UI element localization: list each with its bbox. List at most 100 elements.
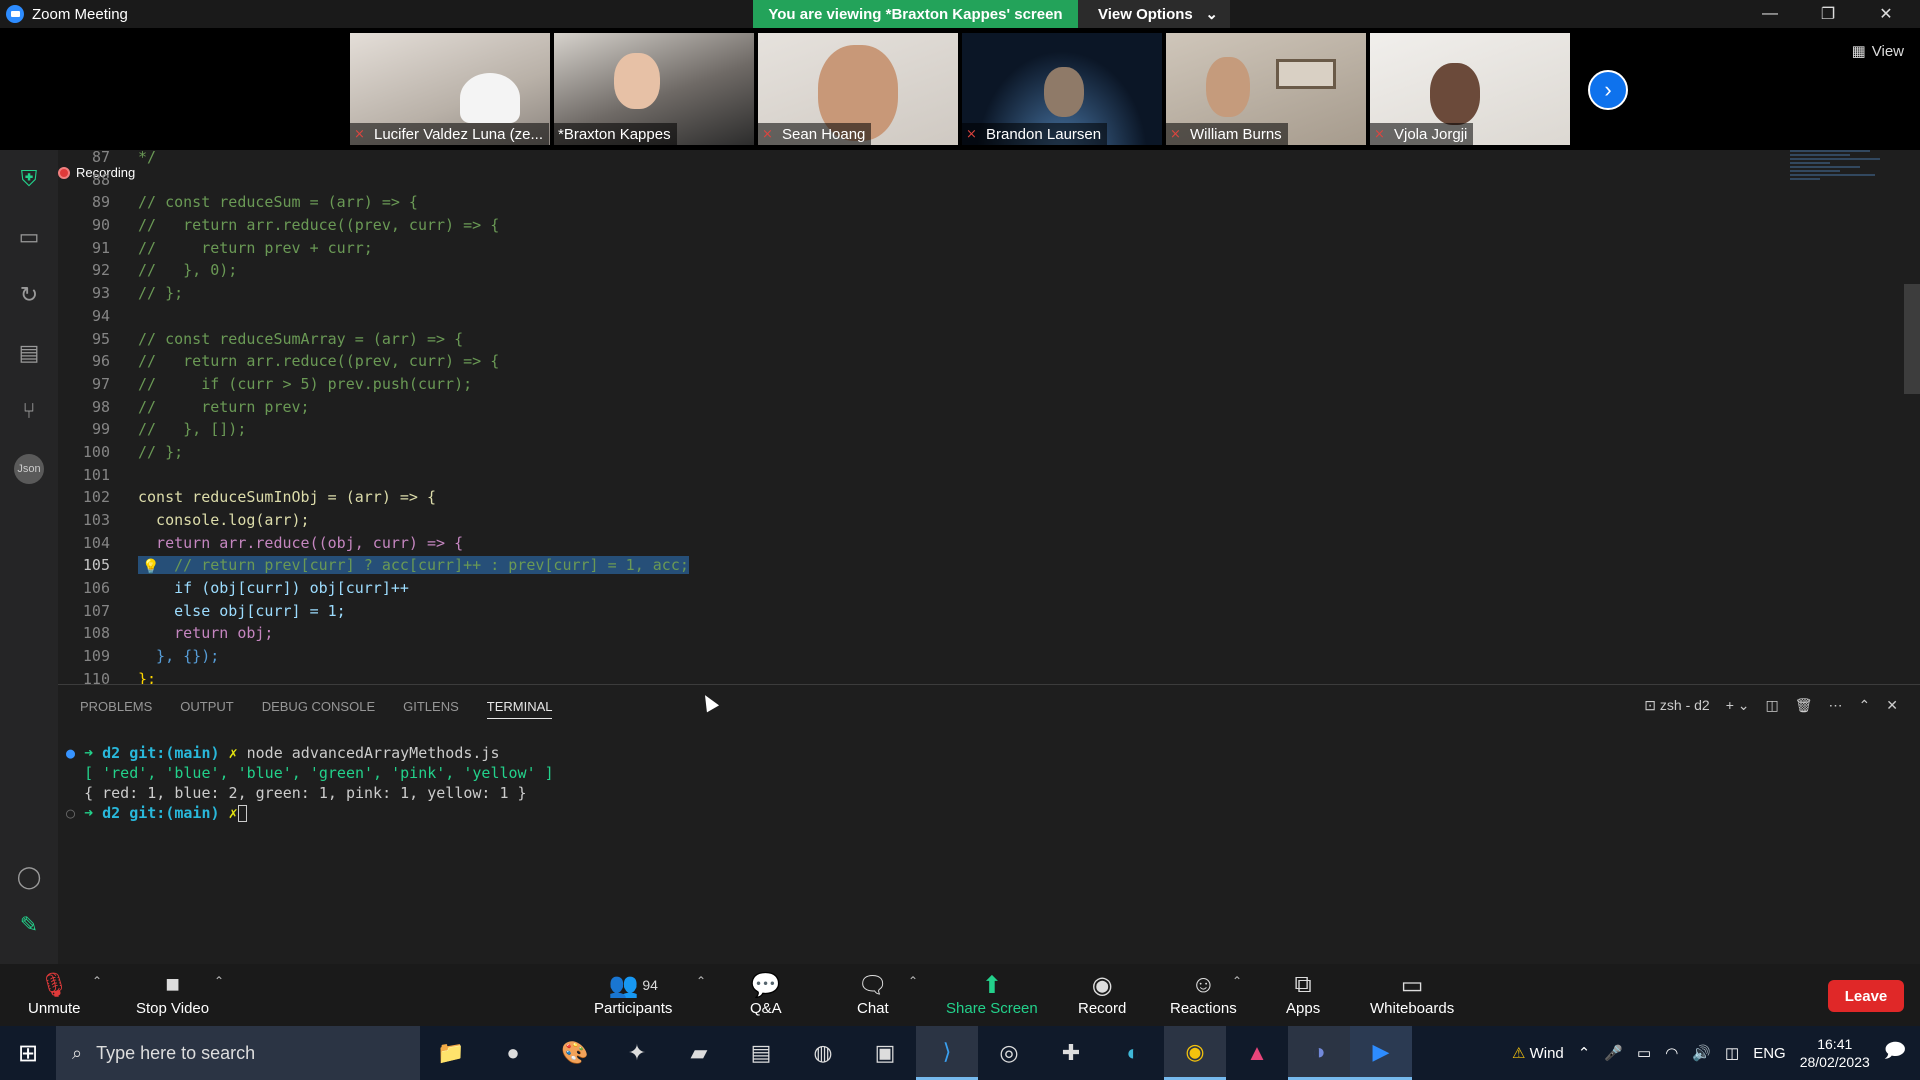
code-line: 92// }, 0); (91, 261, 238, 280)
tab-debug-console[interactable]: DEBUG CONSOLE (262, 699, 375, 719)
meet-now-icon[interactable]: ◫ (1725, 1044, 1739, 1062)
whiteboards-button[interactable]: ▭ Whiteboards (1370, 970, 1454, 1018)
code-line-current: 105 💡 // return prev[curr] ? acc[curr]++ … (58, 554, 1758, 577)
view-button[interactable]: ▦ View (1852, 42, 1904, 61)
code-line: 98// return prev; (91, 397, 310, 416)
battery-icon[interactable]: ▭ (1637, 1044, 1651, 1062)
lightbulb-icon[interactable]: 💡 (142, 556, 159, 579)
volume-icon[interactable]: 🔊 (1692, 1044, 1711, 1062)
clock-time: 16:41 (1817, 1036, 1853, 1052)
vscode-icon[interactable]: ⟩ (916, 1026, 978, 1080)
audio-options-chevron-icon[interactable]: ⌃ (92, 974, 102, 988)
account-icon[interactable]: ◯ (14, 862, 44, 892)
chat-options-chevron-icon[interactable]: ⌃ (908, 974, 918, 988)
notifications-icon[interactable]: 🗩 (1884, 1036, 1906, 1070)
editor-scrollbar[interactable] (1904, 284, 1920, 394)
participants-button[interactable]: 👥 94 Participants (594, 970, 672, 1018)
video-tile[interactable]: ⨯ Lucifer Valdez Luna (ze... (350, 33, 550, 145)
video-tile[interactable]: ⨯ William Burns (1166, 33, 1366, 145)
tab-problems[interactable]: PROBLEMS (80, 699, 152, 719)
clock-date: 28/02/2023 (1799, 1054, 1870, 1070)
code-lines[interactable]: 87 */ 88 89// const reduceSum = (arr) => … (58, 146, 1758, 691)
annotate-pen-icon[interactable]: ✎ (14, 910, 44, 940)
viewing-banner: You are viewing *Braxton Kappes' screen (753, 0, 1078, 28)
split-terminal-icon[interactable]: ◫ (1766, 697, 1779, 714)
video-options-chevron-icon[interactable]: ⌃ (214, 974, 224, 988)
taskbar-search[interactable]: ⌕ Type here to search (56, 1026, 420, 1080)
video-tile[interactable]: ⨯ Sean Hoang (758, 33, 958, 145)
stop-video-button[interactable]: ■ Stop Video (136, 970, 209, 1017)
chat-button[interactable]: 🗨 Chat (857, 970, 889, 1018)
more-actions-icon[interactable]: ⋯ (1829, 697, 1843, 714)
participants-options-chevron-icon[interactable]: ⌃ (696, 974, 706, 988)
git-graph-icon[interactable]: ⑂ (14, 396, 44, 426)
chrome-icon[interactable]: ◉ (1164, 1026, 1226, 1080)
obs-icon[interactable]: ◎ (978, 1026, 1040, 1080)
close-button[interactable]: ✕ (1858, 0, 1914, 28)
file-explorer-icon[interactable]: 📁 (420, 1026, 482, 1080)
qa-button[interactable]: 💬 Q&A (750, 970, 782, 1018)
microphone-icon[interactable]: 🎤 (1604, 1044, 1623, 1062)
terminal-icon[interactable]: ▣ (854, 1026, 916, 1080)
terminal-cursor (237, 805, 247, 822)
zoom-app-icon[interactable]: ▶ (1350, 1026, 1412, 1080)
tab-terminal[interactable]: TERMINAL (486, 699, 553, 719)
next-page-button[interactable]: › (1588, 70, 1628, 110)
weather-widget[interactable]: ⚠ Wind (1512, 1044, 1564, 1062)
bookmarks-icon[interactable]: ▤ (14, 338, 44, 368)
record-button[interactable]: ◉ Record (1078, 970, 1126, 1018)
avatar (1044, 67, 1084, 117)
reactions-options-chevron-icon[interactable]: ⌃ (1232, 974, 1242, 988)
window-title: Zoom Meeting (32, 5, 128, 23)
spotify-icon[interactable]: ◍ (792, 1026, 854, 1080)
code-line: 100// }; (82, 442, 184, 461)
view-options-button[interactable]: View Options ⌄ (1078, 0, 1230, 28)
json-icon[interactable]: Json (14, 454, 44, 484)
terminal-output[interactable]: ● ➜ d2 git:(main) ✗ node advancedArrayMe… (66, 743, 554, 823)
app-icon[interactable]: ▰ (668, 1026, 730, 1080)
avatar (1430, 63, 1480, 125)
live-share-icon[interactable]: ↻ (14, 280, 44, 310)
notepad-icon[interactable]: ▤ (730, 1026, 792, 1080)
language-indicator[interactable]: ENG (1753, 1045, 1786, 1062)
paint-icon[interactable]: 🎨 (544, 1026, 606, 1080)
shield-icon[interactable]: ⛨ (14, 164, 44, 194)
discord-icon[interactable]: ◑ (1288, 1026, 1350, 1080)
code-line: 102 const reduceSumInObj = (arr) => { (82, 488, 437, 507)
remote-explorer-icon[interactable]: ▭ (14, 222, 44, 252)
minimize-button[interactable]: — (1742, 0, 1798, 28)
new-terminal-icon[interactable]: + ⌄ (1726, 697, 1750, 714)
participant-name: Vjola Jorgji (1394, 125, 1468, 143)
code-line: 95// const reduceSumArray = (arr) => { (91, 329, 464, 348)
app-icon[interactable]: ✦ (606, 1026, 668, 1080)
leave-button[interactable]: Leave (1828, 980, 1904, 1012)
code-line: 104 return arr.reduce((obj, curr) => { (82, 533, 464, 552)
terminal-icon: ⊡ (1644, 697, 1660, 713)
video-tile[interactable]: ⨯ Vjola Jorgji (1370, 33, 1570, 145)
participant-name: *Braxton Kappes (558, 125, 671, 143)
close-panel-icon[interactable]: ✕ (1886, 697, 1898, 714)
share-screen-button[interactable]: ⬆ Share Screen (946, 970, 1038, 1018)
start-button[interactable]: ⊞ (0, 1026, 56, 1080)
minimap[interactable] (1790, 150, 1900, 320)
system-tray: ⚠ Wind ⌃ 🎤 ▭ ◠ 🔊 ◫ ENG 16:41 28/02/2023 … (1512, 1026, 1920, 1080)
terminal-shell-selector[interactable]: ⊡ zsh - d2 (1644, 697, 1709, 714)
slack-icon[interactable]: ✚ (1040, 1026, 1102, 1080)
trash-icon[interactable]: 🗑 (1795, 697, 1813, 714)
maximize-panel-icon[interactable]: ⌃ (1859, 697, 1871, 714)
wifi-icon[interactable]: ◠ (1665, 1044, 1678, 1062)
apps-button[interactable]: ⧉ Apps (1286, 970, 1320, 1017)
reactions-button[interactable]: ☺ Reactions (1170, 970, 1237, 1017)
view-options-label: View Options (1098, 5, 1193, 23)
edge-icon[interactable]: ◐ (1102, 1026, 1164, 1080)
video-tile[interactable]: *Braxton Kappes (554, 33, 754, 145)
clock[interactable]: 16:41 28/02/2023 (1800, 1035, 1870, 1071)
tab-gitlens[interactable]: GITLENS (403, 699, 459, 719)
tab-output[interactable]: OUTPUT (180, 699, 233, 719)
video-tile[interactable]: ⨯ Brandon Laursen (962, 33, 1162, 145)
chevron-up-icon[interactable]: ⌃ (1578, 1044, 1591, 1062)
restore-button[interactable]: ❐ (1800, 0, 1856, 28)
app-icon[interactable]: ▲ (1226, 1026, 1288, 1080)
unmute-button[interactable]: 🎙 Unmute (28, 970, 81, 1018)
app-icon[interactable]: ● (482, 1026, 544, 1080)
